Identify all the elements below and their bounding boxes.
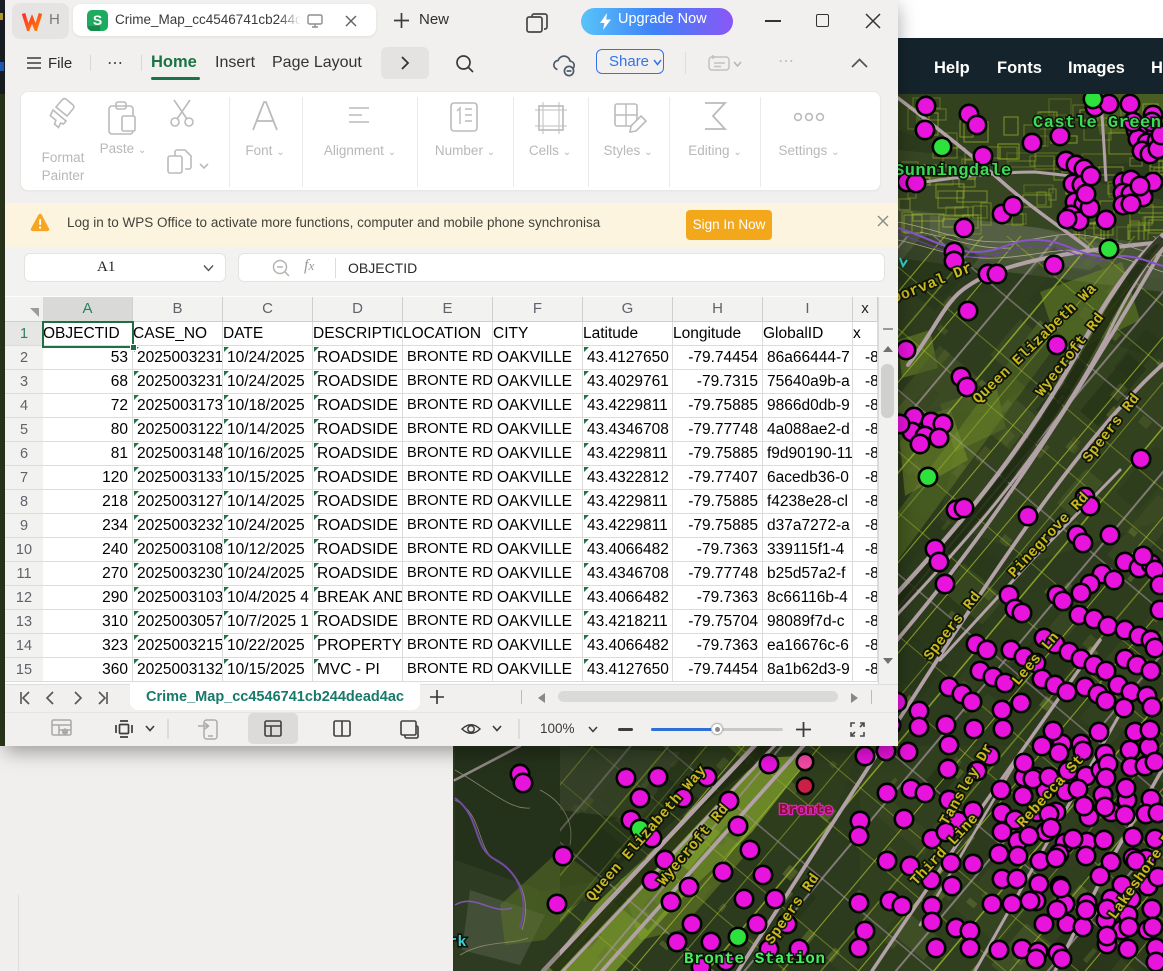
svg-text:Bronte: Bronte	[779, 802, 833, 819]
svg-text:Castle Green: Castle Green	[1033, 114, 1161, 133]
svg-text:Sunningdale: Sunningdale	[894, 162, 1012, 181]
svg-text:Bronte Station: Bronte Station	[684, 950, 825, 968]
